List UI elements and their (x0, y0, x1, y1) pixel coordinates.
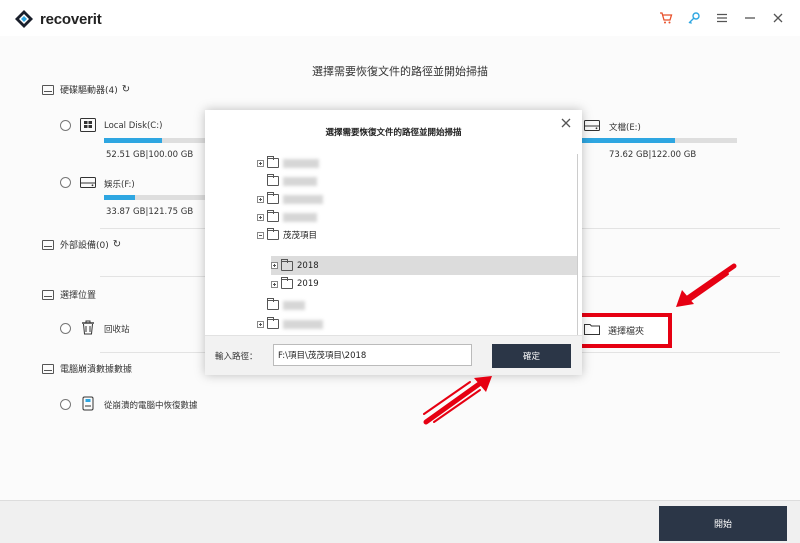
expand-icon[interactable] (257, 320, 264, 328)
drive-f-usage-fill (104, 195, 135, 200)
drive-c-radio[interactable] (60, 120, 71, 131)
tree-label: 2018 (297, 260, 319, 271)
folder-icon (267, 210, 279, 222)
folder-icon (267, 156, 279, 168)
menu-icon[interactable] (714, 10, 730, 26)
collapse-icon[interactable] (257, 231, 264, 239)
dialog-title: 選擇需要恢復文件的路徑並開始掃描 (325, 128, 462, 138)
annotation-arrow-icon (423, 376, 492, 425)
dialog-footer: 輸入路徑： 確定 (205, 335, 582, 375)
tree-label: 茂茂項目 (283, 231, 318, 241)
expand-icon[interactable] (257, 159, 264, 167)
folder-icon (267, 174, 279, 186)
tree-label: 2019 (297, 279, 319, 289)
app-logo: recoverit (14, 9, 102, 29)
dialog-close-icon[interactable] (559, 116, 573, 130)
folder-icon (281, 258, 293, 271)
usb-drive-icon (80, 396, 96, 411)
tree-row[interactable]: 2019 (271, 275, 577, 293)
location-icon (42, 289, 54, 300)
external-drive-icon (42, 239, 54, 250)
tree-row[interactable] (257, 190, 577, 208)
folder-icon (267, 228, 279, 240)
drive-f-label[interactable]: 娛乐(F:) (104, 178, 135, 190)
title-bar: recoverit (0, 0, 800, 36)
redacted-label (283, 319, 323, 329)
app-name: recoverit (40, 10, 102, 28)
cart-icon[interactable] (658, 10, 674, 26)
start-button[interactable]: 開始 (659, 506, 787, 541)
recycle-bin-label[interactable]: 回收站 (104, 323, 130, 335)
drive-icon (584, 118, 600, 132)
expand-icon[interactable] (271, 280, 278, 288)
key-icon[interactable] (686, 10, 702, 26)
section-location: 選擇位置 (42, 288, 96, 301)
section-external: 外部設備(0) ↻ (42, 238, 121, 251)
section-hard-drives-label: 硬碟驅動器(4) (60, 86, 118, 96)
section-external-label: 外部設備(0) (60, 241, 109, 251)
crashed-pc-radio[interactable] (60, 399, 71, 410)
drive-c-usage-bar (104, 138, 214, 143)
redacted-label (283, 300, 305, 310)
redacted-label (283, 176, 317, 186)
ok-button[interactable]: 確定 (492, 344, 571, 368)
folder-icon (584, 323, 600, 338)
hard-drive-icon (42, 84, 54, 95)
recycle-bin-radio[interactable] (60, 323, 71, 334)
select-folder-option[interactable]: 選擇檔夾 (568, 313, 672, 348)
folder-picker-dialog: 選擇需要恢復文件的路徑並開始掃描 茂茂項目 2018 2019 輸入路徑： F:… (205, 110, 582, 375)
tree-row[interactable] (267, 172, 577, 190)
section-hard-drives: 硬碟驅動器(4) ↻ (42, 83, 130, 96)
redacted-label (283, 158, 319, 168)
drive-e-usage-bar (582, 138, 737, 143)
drive-f-usage-bar (104, 195, 214, 200)
tree-row[interactable] (257, 208, 577, 226)
drive-e-size: 73.62 GB|122.00 GB (609, 150, 697, 160)
folder-icon (281, 277, 293, 289)
redacted-label (283, 212, 317, 222)
recycle-bin-icon (80, 320, 96, 335)
section-location-label: 選擇位置 (60, 291, 97, 301)
drive-c-size: 52.51 GB|100.00 GB (106, 150, 194, 160)
drive-c-usage-fill (104, 138, 162, 143)
drive-f-size: 33.87 GB|121.75 GB (106, 207, 194, 217)
tree-row[interactable] (267, 296, 577, 314)
page-title: 選擇需要恢復文件的路徑並開始掃描 (312, 65, 488, 78)
refresh-icon[interactable]: ↻ (122, 84, 130, 95)
minimize-icon[interactable] (742, 10, 758, 26)
expand-icon[interactable] (257, 195, 264, 203)
folder-icon (267, 298, 279, 310)
tree-row-selected[interactable]: 2018 (271, 256, 577, 275)
path-input[interactable] (273, 344, 472, 366)
section-crashed-label: 電腦崩潰數據數據 (60, 365, 133, 375)
select-folder-label: 選擇檔夾 (608, 327, 645, 337)
recoverit-logo-icon (14, 9, 34, 29)
redacted-label (283, 194, 323, 204)
computer-icon (42, 363, 54, 374)
drive-icon (80, 175, 96, 189)
expand-icon[interactable] (257, 213, 264, 221)
crashed-pc-label[interactable]: 從崩潰的電腦中恢復數據 (104, 399, 198, 411)
folder-icon (267, 192, 279, 204)
drive-e-usage-fill (582, 138, 676, 143)
folder-icon (267, 317, 279, 329)
drive-c-label[interactable]: Local Disk(C:) (104, 121, 162, 131)
tree-row[interactable]: 茂茂項目 (257, 226, 577, 244)
close-icon[interactable] (770, 10, 786, 26)
tree-row[interactable] (257, 154, 577, 172)
tree-row[interactable] (257, 315, 577, 333)
path-label: 輸入路徑： (215, 352, 258, 362)
tree-scrollbar[interactable] (577, 154, 578, 347)
drive-f-radio[interactable] (60, 177, 71, 188)
drive-e-label[interactable]: 文檔(E:) (609, 121, 641, 133)
section-crashed: 電腦崩潰數據數據 (42, 362, 132, 375)
windows-drive-icon (80, 118, 96, 132)
refresh-icon[interactable]: ↻ (113, 239, 121, 250)
expand-icon[interactable] (271, 262, 278, 269)
annotation-arrow-icon (676, 263, 737, 307)
